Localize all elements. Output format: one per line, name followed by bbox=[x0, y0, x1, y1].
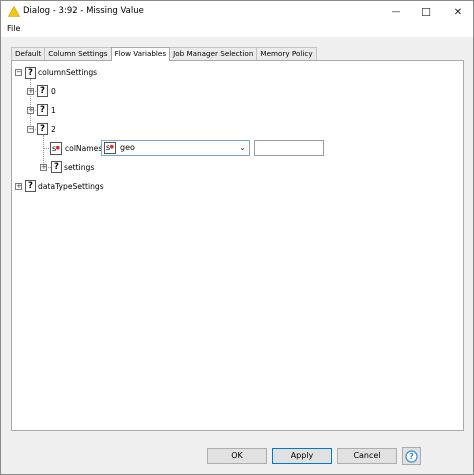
menu-bar: File bbox=[1, 23, 473, 37]
string-variable-icon: s ● bbox=[104, 142, 116, 154]
tab-job-manager-selection[interactable]: Job Manager Selection bbox=[169, 47, 258, 60]
window-title: Dialog - 3:92 - Missing Value bbox=[23, 6, 144, 16]
expand-icon[interactable]: + bbox=[27, 88, 34, 95]
flow-variables-panel bbox=[11, 60, 464, 431]
unknown-type-icon: ? bbox=[25, 180, 36, 192]
tab-default[interactable]: Default bbox=[11, 47, 46, 60]
colnames-variable-select[interactable]: s ● geo ⌄ bbox=[101, 140, 250, 156]
expand-icon[interactable]: + bbox=[40, 164, 47, 171]
collapse-icon[interactable]: − bbox=[27, 126, 34, 133]
string-variable-icon: s ● bbox=[50, 142, 62, 155]
collapse-icon[interactable]: − bbox=[15, 69, 22, 76]
tree-node-2[interactable]: 2 bbox=[51, 125, 56, 134]
unknown-type-icon: ? bbox=[25, 67, 36, 79]
warning-triangle-icon bbox=[8, 6, 20, 17]
unknown-type-icon: ? bbox=[37, 85, 48, 97]
maximize-icon: ☐ bbox=[421, 5, 431, 19]
help-glyph: ? bbox=[409, 451, 414, 461]
unknown-type-icon: ? bbox=[37, 123, 48, 135]
expand-icon[interactable]: + bbox=[27, 107, 34, 114]
menu-file[interactable]: File bbox=[7, 24, 20, 33]
ok-button[interactable]: OK bbox=[207, 448, 267, 464]
dialog-window: Dialog - 3:92 - Missing Value — ☐ ✕ File… bbox=[0, 0, 474, 475]
minimize-button[interactable]: — bbox=[381, 1, 411, 23]
minimize-icon: — bbox=[391, 7, 401, 17]
tab-flow-variables[interactable]: Flow Variables bbox=[110, 47, 171, 61]
tab-memory-policy[interactable]: Memory Policy bbox=[256, 47, 317, 60]
tree-node-1[interactable]: 1 bbox=[51, 106, 56, 115]
tree-node-0[interactable]: 0 bbox=[51, 87, 56, 96]
chevron-down-icon: ⌄ bbox=[239, 143, 246, 152]
expand-icon[interactable]: + bbox=[15, 183, 22, 190]
tree-node-datatypesettings[interactable]: dataTypeSettings bbox=[38, 182, 104, 191]
apply-button[interactable]: Apply bbox=[272, 448, 332, 464]
unknown-type-icon: ? bbox=[51, 161, 62, 173]
help-button[interactable]: ? bbox=[402, 447, 421, 465]
tree-node-settings[interactable]: settings bbox=[64, 163, 94, 172]
close-button[interactable]: ✕ bbox=[443, 1, 473, 23]
colnames-new-variable-input[interactable] bbox=[254, 140, 324, 156]
close-icon: ✕ bbox=[453, 6, 463, 18]
colnames-variable-value: geo bbox=[120, 143, 135, 152]
tree-node-colnames[interactable]: colNames bbox=[65, 144, 102, 153]
tab-strip: Default Column Settings Flow Variables J… bbox=[11, 47, 317, 61]
cancel-button[interactable]: Cancel bbox=[337, 448, 397, 464]
tree-node-columnsettings[interactable]: columnSettings bbox=[38, 68, 97, 77]
tab-column-settings[interactable]: Column Settings bbox=[44, 47, 112, 60]
unknown-type-icon: ? bbox=[37, 104, 48, 116]
maximize-button[interactable]: ☐ bbox=[411, 1, 441, 23]
title-bar: Dialog - 3:92 - Missing Value — ☐ ✕ bbox=[1, 1, 473, 23]
